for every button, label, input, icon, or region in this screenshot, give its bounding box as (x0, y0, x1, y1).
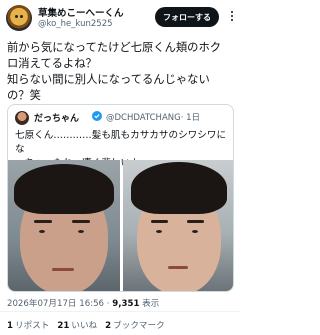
quoted-author-avatar (15, 111, 29, 125)
divider (0, 311, 240, 312)
tweet-text: 前から気になってたけど七原くん頬のホク ロ消えてるよね？ 知らない間に別人になっ… (7, 41, 222, 102)
quoted-photo-1[interactable] (8, 160, 120, 291)
likes-label: いいね (71, 321, 98, 331)
views-count: 9,351 (112, 299, 140, 309)
author-display-name[interactable]: 草集めこーへーくん (38, 5, 124, 19)
quoted-photo-2[interactable] (123, 160, 233, 291)
quoted-author-handle: @DCHDATCHANG (106, 113, 181, 123)
likes-stat[interactable]: 21 いいね (57, 319, 97, 331)
author-avatar[interactable] (6, 5, 32, 31)
follow-button[interactable]: フォローする (155, 7, 219, 27)
author-handle[interactable]: @ko_he_kun2525 (38, 19, 113, 29)
quoted-tweet-time: · 1日 (180, 113, 201, 123)
bookmarks-count: 2 (105, 321, 112, 331)
quoted-tweet[interactable]: だっちゃん @DCHDATCHANG· 1日 七原くん…………髪も肌もカサカサの… (7, 104, 234, 292)
quoted-author-name: だっちゃん (34, 114, 80, 124)
verified-badge-icon (92, 111, 102, 121)
meta-separator: · (104, 299, 113, 309)
bookmarks-label: ブックマーク (113, 321, 165, 331)
more-options-icon[interactable] (226, 9, 238, 23)
reposts-label: リポスト (14, 321, 50, 331)
bookmarks-stat[interactable]: 2 ブックマーク (105, 319, 165, 331)
quoted-author-handle-and-time: @DCHDATCHANG· 1日 (106, 111, 200, 123)
likes-count: 21 (57, 321, 70, 331)
engagement-stats: 1 リポスト 21 いいね 2 ブックマーク (7, 319, 165, 331)
tweet-timestamp[interactable]: 2026年07月17日 16:56 (7, 299, 104, 309)
views-label: 表示 (142, 299, 160, 309)
tweet-header: 草集めこーへーくん @ko_he_kun2525 フォローする (0, 0, 240, 36)
reposts-count: 1 (7, 321, 13, 331)
tweet-meta: 2026年07月17日 16:56 · 9,351 表示 (7, 297, 159, 309)
reposts-stat[interactable]: 1 リポスト (7, 319, 49, 331)
